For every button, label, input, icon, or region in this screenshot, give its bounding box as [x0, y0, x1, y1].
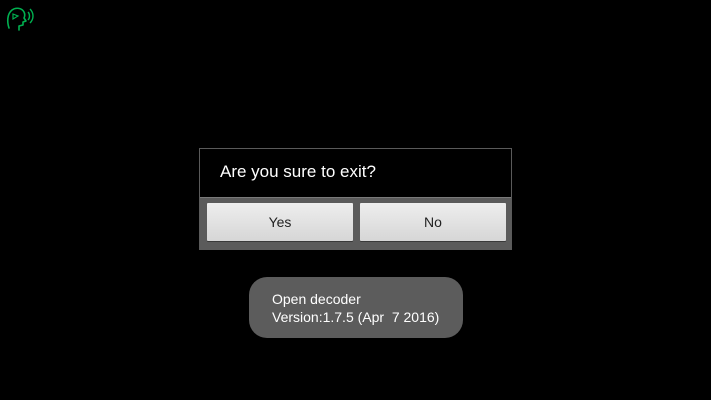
version-toast: Open decoder Version:1.7.5 (Apr 7 2016) [249, 277, 463, 338]
no-button[interactable]: No [360, 203, 506, 241]
dialog-button-bar: Yes No [200, 197, 511, 250]
toast-title: Open decoder [272, 291, 361, 307]
dialog-message: Are you sure to exit? [220, 162, 376, 181]
exit-dialog: Are you sure to exit? Yes No [199, 148, 512, 250]
screen: Are you sure to exit? Yes No Open decode… [0, 0, 711, 400]
toast-version: Version:1.7.5 (Apr 7 2016) [272, 309, 440, 325]
yes-button[interactable]: Yes [207, 203, 353, 241]
head-with-sound-icon [4, 4, 34, 32]
